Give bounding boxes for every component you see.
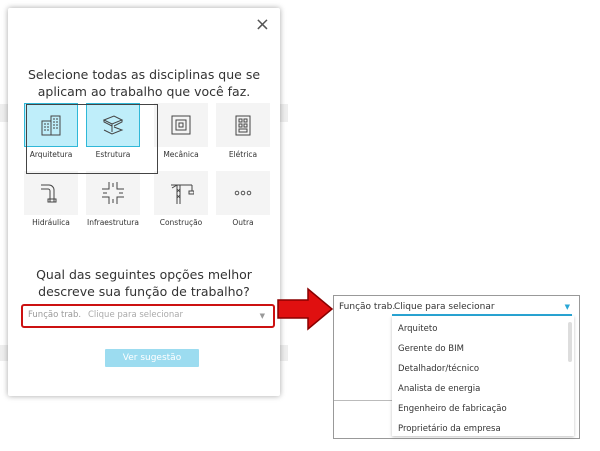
options-scrollbar[interactable] [568,322,572,362]
chevron-down-icon[interactable]: ▼ [565,303,570,311]
option-item[interactable]: Analista de energia [398,384,480,394]
view-suggestion-button[interactable]: Ver sugestão [105,349,199,367]
options-list: Arquiteto Gerente do BIM Detalhador/técn… [392,316,574,436]
background-strip [0,104,8,122]
panel-divider [334,400,392,401]
panel-job-function-value[interactable]: Clique para selecionar [394,302,495,312]
chevron-down-icon: ▼ [259,312,265,320]
discipline-tile-outra[interactable]: Outra [214,169,272,227]
option-item[interactable]: Arquiteto [398,324,437,334]
job-function-label: Função trab. [28,310,82,320]
job-function-placeholder: Clique para selecionar [88,310,183,320]
discipline-tile-hidraulica[interactable]: Hidráulica [22,169,80,227]
concentric-squares-icon [171,115,191,135]
background-strip [280,104,288,122]
electrical-panel-icon [235,115,251,136]
option-item[interactable]: Gerente do BIM [398,344,464,354]
pipe-icon [41,184,57,203]
discipline-dialog: × Selecione todas as disciplinas que se … [8,8,280,396]
job-function-select[interactable]: Função trab. Clique para selecionar ▼ [21,304,275,328]
selected-group-outline [26,104,158,174]
road-intersection-icon [102,182,124,204]
discipline-tile-infraestrutura[interactable]: Infraestrutura [84,169,142,227]
option-item[interactable]: Proprietário da empresa [398,424,501,434]
discipline-tile-construcao[interactable]: Construção [152,169,210,227]
job-function-heading: Qual das seguintes opções melhor descrev… [36,267,252,299]
panel-job-function-label: Função trab. [339,302,396,312]
background-strip [0,345,8,361]
disciplines-heading: Selecione todas as disciplinas que se ap… [27,67,261,99]
more-dots-icon [234,190,252,196]
option-item[interactable]: Detalhador/técnico [398,364,479,374]
job-function-dropdown-panel: Função trab. Clique para selecionar ▼ Ar… [333,295,580,439]
background-strip [280,345,288,361]
arrow-right-icon [277,287,334,331]
discipline-tile-mecanica[interactable]: Mecânica [152,101,210,159]
discipline-tile-eletrica[interactable]: Elétrica [214,101,272,159]
close-icon[interactable]: × [255,16,270,34]
option-item[interactable]: Engenheiro de fabricação [398,404,507,414]
crane-icon [171,184,194,204]
